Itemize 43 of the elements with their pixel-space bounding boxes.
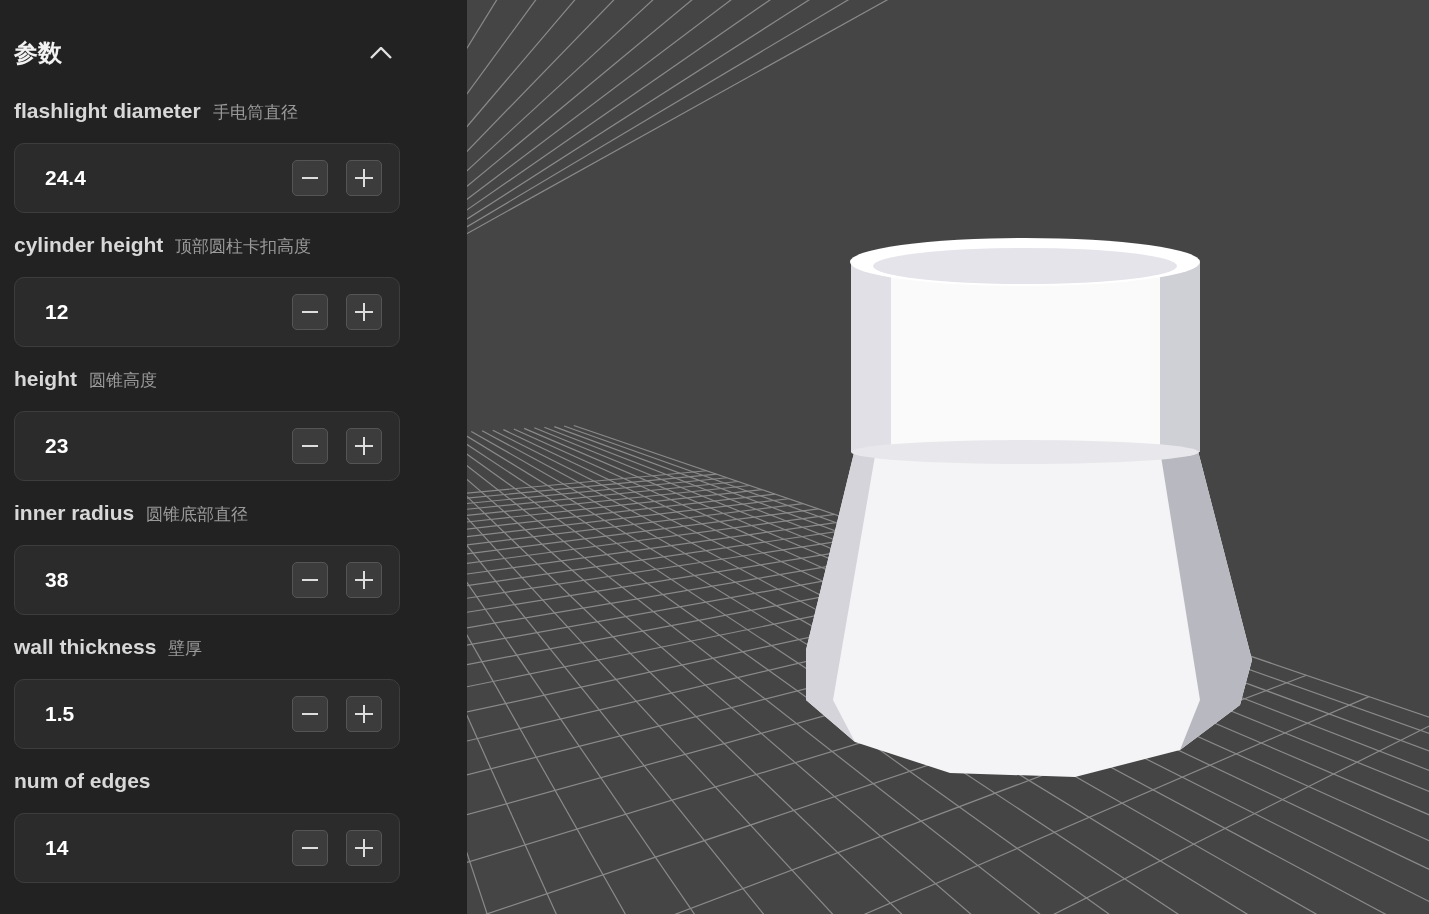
increment-button[interactable]: [346, 160, 382, 196]
panel-title: 参数: [14, 38, 62, 68]
plus-icon: [355, 839, 373, 857]
decrement-button[interactable]: [292, 294, 328, 330]
minus-icon: [302, 847, 318, 849]
parameter-label: wall thickness: [14, 635, 157, 659]
minus-icon: [302, 177, 318, 179]
plus-icon: [355, 303, 373, 321]
parameter-hint: 圆锥底部直径: [146, 504, 249, 526]
plus-icon: [355, 705, 373, 723]
plus-icon: [355, 169, 373, 187]
parameter-label: num of edges: [14, 769, 151, 793]
number-input[interactable]: 23: [14, 411, 400, 481]
parameter-hint: 壁厚: [168, 638, 203, 660]
plus-icon: [355, 437, 373, 455]
minus-icon: [302, 445, 318, 447]
increment-button[interactable]: [346, 428, 382, 464]
parameter-label: height: [14, 367, 77, 391]
parameter-hint: 圆锥高度: [89, 370, 157, 392]
increment-button[interactable]: [346, 294, 382, 330]
minus-icon: [302, 713, 318, 715]
number-input[interactable]: 14: [14, 813, 400, 883]
increment-button[interactable]: [346, 562, 382, 598]
parameter-hint: 顶部圆柱卡扣高度: [175, 236, 312, 258]
decrement-button[interactable]: [292, 696, 328, 732]
decrement-button[interactable]: [292, 160, 328, 196]
minus-icon: [302, 579, 318, 581]
plus-icon: [355, 571, 373, 589]
parameter-label: cylinder height: [14, 233, 164, 257]
decrement-button[interactable]: [292, 428, 328, 464]
number-input[interactable]: 1.5: [14, 679, 400, 749]
parameter-label: inner radius: [14, 501, 135, 525]
decrement-button[interactable]: [292, 562, 328, 598]
parameter-hint: 手电筒直径: [212, 102, 298, 124]
minus-icon: [302, 311, 318, 313]
number-input[interactable]: 38: [14, 545, 400, 615]
parameter-label: flashlight diameter: [14, 99, 201, 123]
decrement-button[interactable]: [292, 830, 328, 866]
viewport-3d[interactable]: [467, 0, 1429, 914]
increment-button[interactable]: [346, 696, 382, 732]
number-input[interactable]: 12: [14, 277, 400, 347]
number-input[interactable]: 24.4: [14, 143, 400, 213]
increment-button[interactable]: [346, 830, 382, 866]
